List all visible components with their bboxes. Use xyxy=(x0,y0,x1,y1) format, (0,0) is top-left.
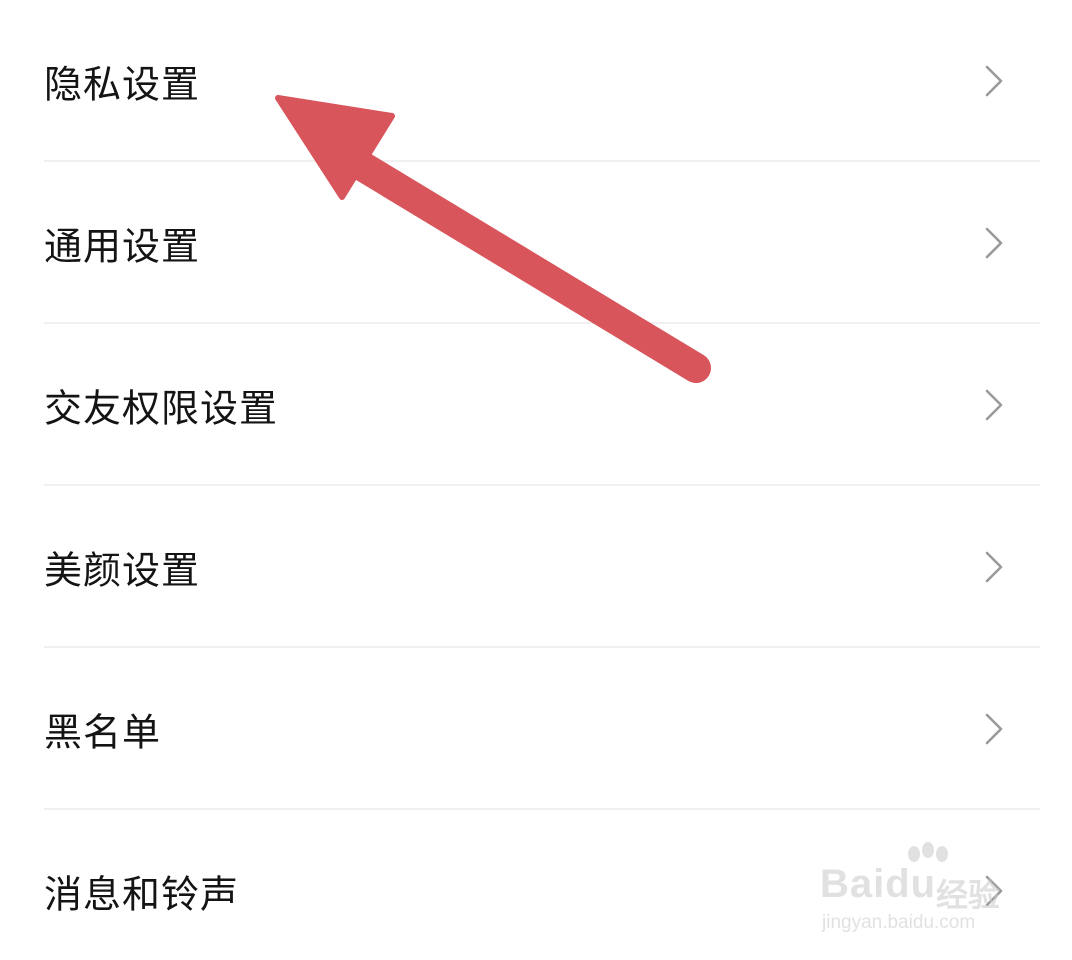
settings-item-label: 消息和铃声 xyxy=(44,872,240,917)
watermark-brand-cn: 经验 xyxy=(936,876,1001,914)
settings-list: 隐私设置 通用设置 交友权限设置 美颜设置 黑名单 消息和铃声 xyxy=(0,0,1072,960)
chevron-right-icon xyxy=(985,551,1003,583)
settings-item-label: 交友权限设置 xyxy=(44,386,279,431)
chevron-right-icon xyxy=(985,389,1003,421)
baidu-jingyan-watermark: Baidu 经验 jingyan.baidu.com xyxy=(818,842,1028,942)
chevron-right-icon xyxy=(985,65,1003,97)
chevron-right-icon xyxy=(985,713,1003,745)
settings-item-beauty[interactable]: 美颜设置 xyxy=(0,486,1072,648)
settings-item-label: 黑名单 xyxy=(44,710,162,755)
settings-screen: 隐私设置 通用设置 交友权限设置 美颜设置 黑名单 消息和铃声 Baidu 经验… xyxy=(0,0,1072,960)
watermark-brand: Baidu xyxy=(820,862,937,906)
settings-item-label: 美颜设置 xyxy=(44,548,201,593)
settings-item-label: 隐私设置 xyxy=(44,62,201,107)
chevron-right-icon xyxy=(985,227,1003,259)
watermark-url: jingyan.baidu.com xyxy=(822,912,976,933)
settings-item-label: 通用设置 xyxy=(44,224,201,269)
settings-item-privacy[interactable]: 隐私设置 xyxy=(0,0,1072,162)
settings-item-blacklist[interactable]: 黑名单 xyxy=(0,648,1072,810)
settings-item-friend-permissions[interactable]: 交友权限设置 xyxy=(0,324,1072,486)
settings-item-general[interactable]: 通用设置 xyxy=(0,162,1072,324)
